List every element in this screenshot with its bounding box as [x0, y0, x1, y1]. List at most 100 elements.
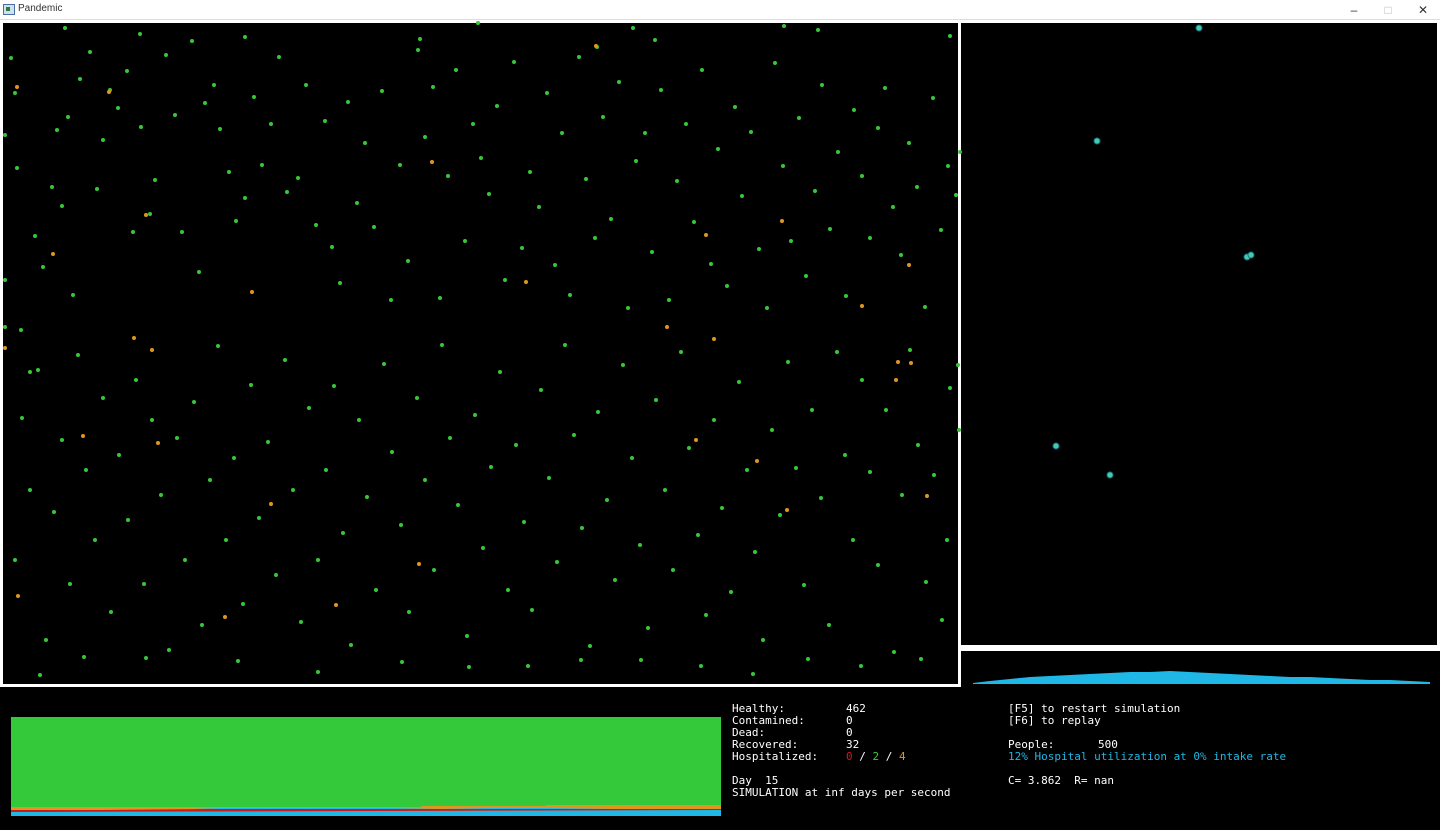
- healthy-person: [945, 538, 949, 542]
- healthy-person: [859, 664, 863, 668]
- healthy-person: [60, 204, 64, 208]
- contaminated-person: [894, 378, 898, 382]
- healthy-person: [572, 433, 576, 437]
- healthy-person: [243, 196, 247, 200]
- healthy-person: [844, 294, 848, 298]
- healthy-person: [883, 86, 887, 90]
- healthy-person: [274, 573, 278, 577]
- healthy-person: [580, 526, 584, 530]
- healthy-person: [3, 278, 7, 282]
- healthy-person: [537, 205, 541, 209]
- contaminated-person: [81, 434, 85, 438]
- healthy-person: [252, 95, 256, 99]
- contaminated-person: [860, 304, 864, 308]
- healthy-person: [418, 37, 422, 41]
- healthy-person: [781, 164, 785, 168]
- healthy-person: [338, 281, 342, 285]
- healthy-person: [820, 83, 824, 87]
- healthy-person: [675, 179, 679, 183]
- healthy-person: [654, 398, 658, 402]
- healthy-person: [526, 664, 530, 668]
- healthy-person: [638, 543, 642, 547]
- healthy-person: [852, 108, 856, 112]
- contaminated-person: [925, 494, 929, 498]
- healthy-person: [3, 325, 7, 329]
- contaminated-person: [150, 348, 154, 352]
- healthy-person: [116, 106, 120, 110]
- healthy-person: [467, 665, 471, 669]
- healthy-person: [479, 156, 483, 160]
- hospital-patient: [1195, 24, 1203, 32]
- healthy-person: [940, 618, 944, 622]
- healthy-person: [332, 384, 336, 388]
- healthy-person: [699, 664, 703, 668]
- healthy-person: [946, 164, 950, 168]
- hospitalized-sep-2: /: [879, 750, 899, 763]
- healthy-person: [218, 127, 222, 131]
- healthy-person: [390, 450, 394, 454]
- healthy-person: [243, 35, 247, 39]
- healthy-person: [471, 122, 475, 126]
- contaminated-person: [16, 594, 20, 598]
- healthy-person: [891, 205, 895, 209]
- healthy-person: [577, 55, 581, 59]
- healthy-person: [584, 177, 588, 181]
- healthy-person: [134, 378, 138, 382]
- healthy-person: [512, 60, 516, 64]
- contaminated-person: [250, 290, 254, 294]
- healthy-person: [634, 159, 638, 163]
- healthy-person: [476, 21, 480, 25]
- healthy-person: [932, 473, 936, 477]
- contaminated-person: [107, 90, 111, 94]
- healthy-person: [563, 343, 567, 347]
- healthy-person: [101, 396, 105, 400]
- healthy-person: [144, 656, 148, 660]
- healthy-person: [720, 506, 724, 510]
- healthy-person: [406, 259, 410, 263]
- healthy-person: [547, 476, 551, 480]
- healthy-person: [28, 488, 32, 492]
- healthy-person: [82, 655, 86, 659]
- healthy-person: [346, 100, 350, 104]
- contaminated-person: [907, 263, 911, 267]
- healthy-person: [797, 116, 801, 120]
- healthy-person: [931, 96, 935, 100]
- healthy-person: [50, 185, 54, 189]
- healthy-person: [13, 91, 17, 95]
- healthy-person: [954, 193, 958, 197]
- healthy-person: [948, 34, 952, 38]
- healthy-person: [416, 48, 420, 52]
- healthy-person: [740, 194, 744, 198]
- healthy-person: [257, 516, 261, 520]
- healthy-person: [190, 39, 194, 43]
- healthy-person: [153, 178, 157, 182]
- healthy-person: [522, 520, 526, 524]
- healthy-person: [553, 263, 557, 267]
- healthy-person: [415, 396, 419, 400]
- contaminated-person: [51, 252, 55, 256]
- healthy-person: [84, 468, 88, 472]
- healthy-person: [506, 588, 510, 592]
- healthy-person: [835, 350, 839, 354]
- healthy-person: [487, 192, 491, 196]
- healthy-person: [423, 478, 427, 482]
- healthy-person: [9, 56, 13, 60]
- healthy-person: [101, 138, 105, 142]
- healthy-person: [646, 626, 650, 630]
- healthy-person: [78, 77, 82, 81]
- healthy-person: [380, 89, 384, 93]
- healthy-person: [316, 558, 320, 562]
- healthy-person: [249, 383, 253, 387]
- simulation-speed: SIMULATION at inf days per second: [732, 786, 951, 799]
- healthy-person: [389, 298, 393, 302]
- healthy-person: [804, 274, 808, 278]
- healthy-person: [789, 239, 793, 243]
- healthy-person: [605, 498, 609, 502]
- healthy-person: [52, 510, 56, 514]
- healthy-person: [530, 608, 534, 612]
- healthy-person: [621, 363, 625, 367]
- healthy-person: [285, 190, 289, 194]
- healthy-person: [363, 141, 367, 145]
- healthy-person: [643, 131, 647, 135]
- healthy-person: [173, 113, 177, 117]
